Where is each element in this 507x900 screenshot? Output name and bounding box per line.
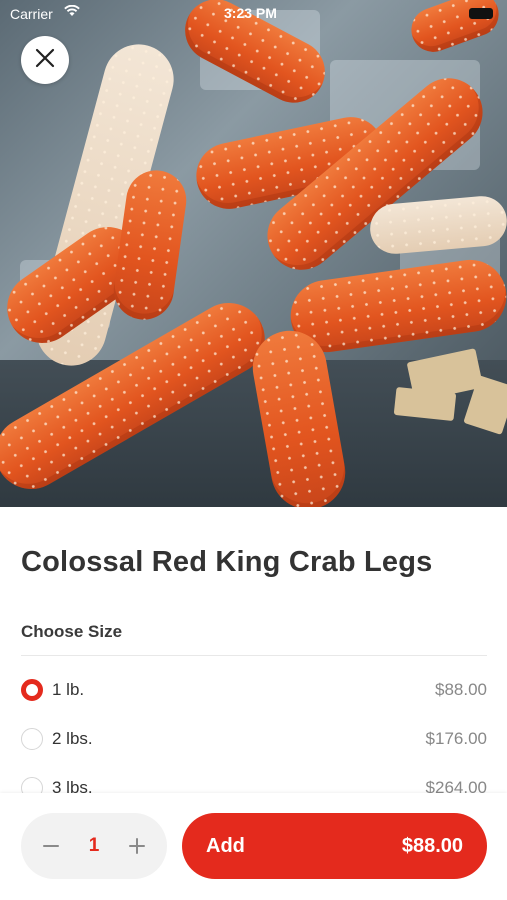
minus-icon[interactable] [41,833,61,859]
size-option-price: $88.00 [435,680,487,699]
add-to-cart-button[interactable]: Add $88.00 [182,813,487,879]
product-title: Colossal Red King Crab Legs [21,546,433,578]
choose-size-label: Choose Size [21,622,123,641]
size-option-label: 1 lb. [52,680,85,699]
product-image [0,0,507,507]
order-bar: 1 Add $88.00 [0,793,507,900]
quantity-stepper: 1 [21,813,167,879]
clock: 3:23 PM [224,5,277,21]
close-icon [35,48,55,73]
size-option-2lbs[interactable]: 2 lbs. $176.00 [21,724,487,754]
battery-icon [469,8,493,19]
carrier-label: Carrier [10,6,53,22]
quantity-value: 1 [88,835,100,856]
wifi-icon [64,4,80,20]
add-button-price: $88.00 [401,834,463,857]
radio-unselected-icon[interactable] [21,728,43,750]
close-button[interactable] [21,36,69,84]
plus-icon[interactable] [127,833,147,859]
add-button-label: Add [206,834,245,857]
divider [21,655,487,656]
size-option-price: $176.00 [425,729,487,748]
size-option-label: 2 lbs. [52,729,93,748]
radio-selected-icon[interactable] [21,679,43,701]
size-option-1lb[interactable]: 1 lb. $88.00 [21,675,487,705]
status-bar: Carrier 3:23 PM [0,0,507,28]
